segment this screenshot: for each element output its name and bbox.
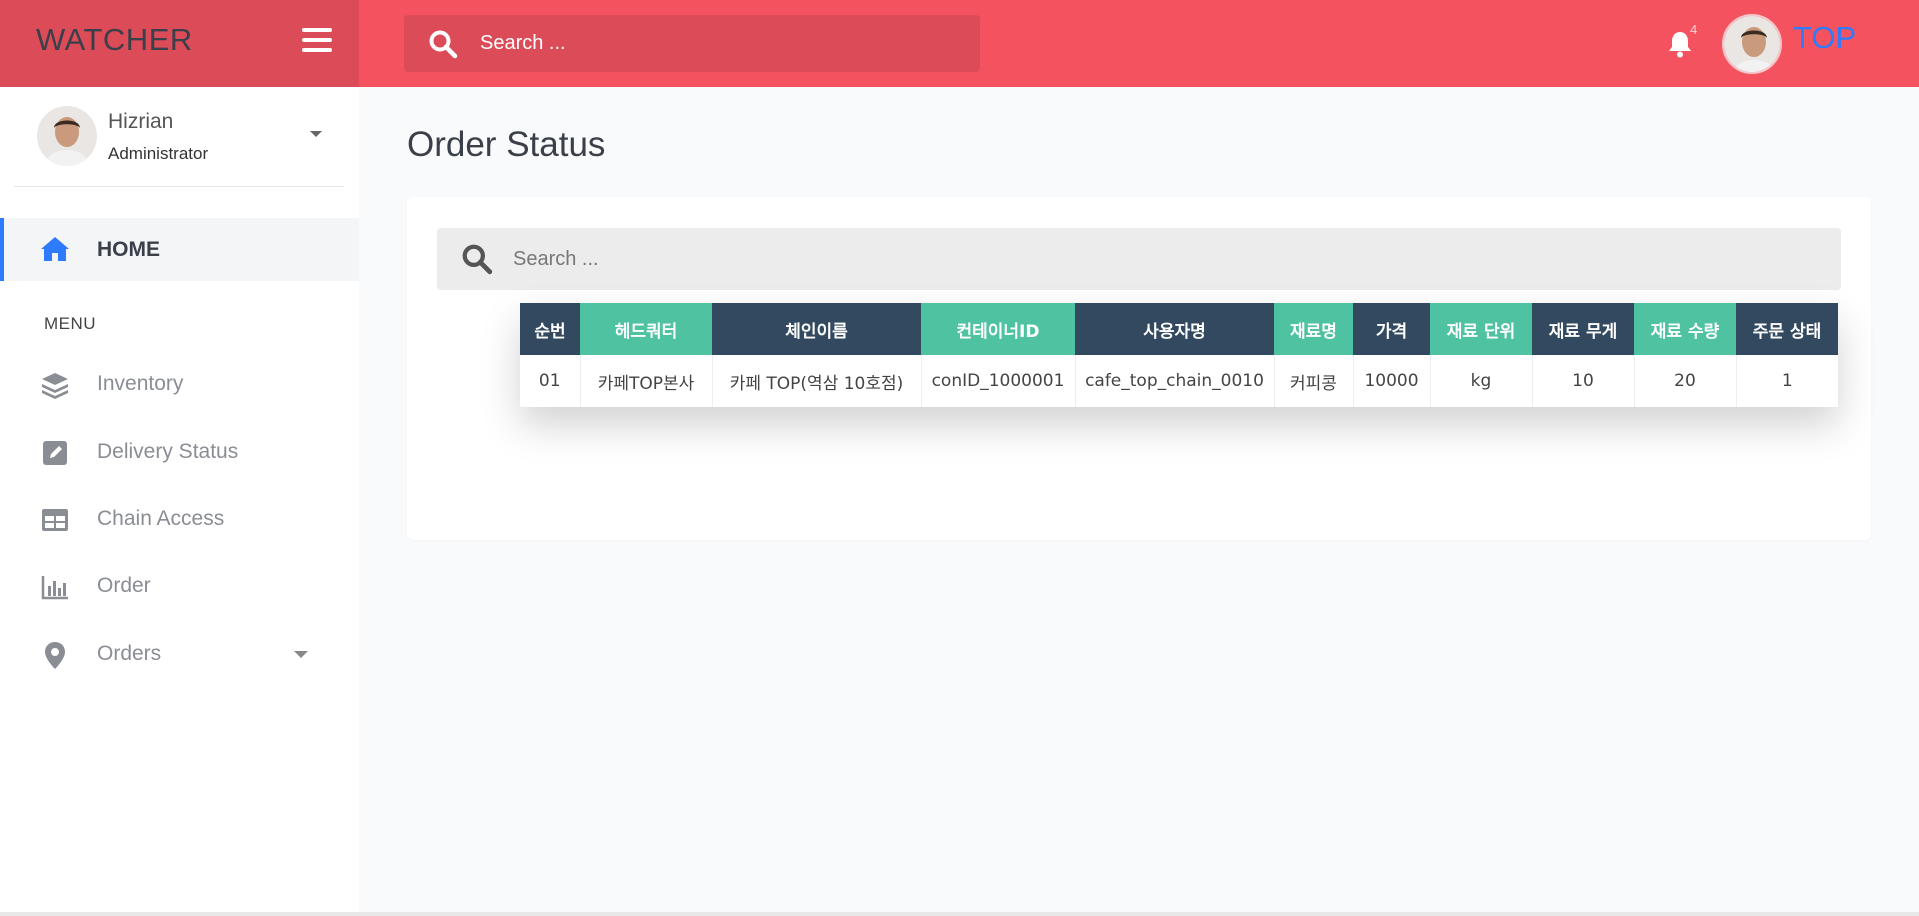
table-icon [40, 505, 70, 535]
table-cell: 10 [1532, 355, 1635, 407]
column-header[interactable]: 재료명 [1274, 303, 1353, 355]
sidebar-item-label: Delivery Status [97, 440, 239, 463]
sidebar-item-label: Order [97, 574, 151, 597]
bar-chart-icon [40, 572, 70, 602]
table-cell: 01 [520, 355, 581, 407]
table-search-input[interactable] [513, 228, 1813, 290]
column-header[interactable]: 헤드쿼터 [580, 303, 712, 355]
search-icon[interactable] [428, 29, 458, 64]
column-header[interactable]: 가격 [1353, 303, 1430, 355]
table-cell: 커피콩 [1274, 355, 1354, 407]
column-header[interactable]: 컨테이너ID [921, 303, 1075, 355]
top-navbar: 4 TOP [359, 0, 1919, 87]
sidebar-item-label: Chain Access [97, 507, 225, 530]
table-cell: 카페 TOP(역삼 10호점) [712, 355, 922, 407]
window-bottom-edge [0, 912, 1919, 916]
table-header-row: 순번 헤드쿼터 체인이름 컨테이너ID 사용자명 재료명 가격 재료 단위 재료… [520, 303, 1838, 355]
column-header[interactable]: 순번 [520, 303, 580, 355]
table-row[interactable]: 01 카페TOP본사 카페 TOP(역삼 10호점) conID_1000001… [520, 355, 1838, 407]
table-cell: cafe_top_chain_0010 [1075, 355, 1275, 407]
table-cell: conID_1000001 [921, 355, 1076, 407]
menu-toggle-button[interactable] [302, 28, 332, 56]
search-icon[interactable] [461, 243, 493, 280]
user-avatar[interactable] [1722, 14, 1782, 74]
table-cell: 20 [1634, 355, 1737, 407]
profile-panel: Hizrian Administrator [14, 87, 344, 187]
page-title: Order Status [407, 125, 606, 164]
avatar[interactable] [37, 106, 97, 166]
column-header[interactable]: 재료 단위 [1430, 303, 1532, 355]
table-cell: kg [1430, 355, 1533, 407]
column-header[interactable]: 재료 수량 [1634, 303, 1736, 355]
brand-logo[interactable]: WATCHER [36, 22, 193, 58]
hamburger-icon [302, 28, 332, 32]
sidebar-item-label: HOME [97, 238, 160, 261]
table-cell: 10000 [1353, 355, 1431, 407]
sidebar-item-home[interactable]: HOME [0, 218, 359, 281]
top-search-box [404, 15, 980, 72]
column-header[interactable]: 체인이름 [712, 303, 921, 355]
top-search-input[interactable] [480, 15, 960, 72]
chevron-down-icon[interactable] [294, 651, 308, 658]
table-cell: 1 [1736, 355, 1838, 407]
sidebar-item-delivery-status[interactable]: Delivery Status [0, 424, 359, 480]
sidebar-item-label: Orders [97, 642, 162, 665]
sidebar-item-chain-access[interactable]: Chain Access [0, 491, 359, 547]
sidebar-item-orders[interactable]: Orders [0, 626, 359, 682]
sidebar: Hizrian Administrator HOME MENU Inventor… [0, 87, 359, 916]
notification-count: 4 [1690, 22, 1698, 37]
home-icon [40, 236, 70, 267]
profile-role: Administrator [108, 144, 209, 163]
menu-heading: MENU [44, 314, 97, 333]
table-cell: 카페TOP본사 [580, 355, 713, 407]
table-search-box [437, 228, 1841, 290]
user-name-link[interactable]: TOP [1793, 20, 1856, 56]
profile-name: Hizrian [108, 110, 174, 133]
column-header[interactable]: 주문 상태 [1736, 303, 1838, 355]
hamburger-line [302, 48, 332, 52]
column-header[interactable]: 사용자명 [1075, 303, 1274, 355]
sidebar-item-inventory[interactable]: Inventory [0, 356, 359, 412]
brand-area: WATCHER [0, 0, 359, 87]
edit-icon [40, 438, 70, 468]
sidebar-item-order[interactable]: Order [0, 558, 359, 614]
column-header[interactable]: 재료 무게 [1532, 303, 1634, 355]
chevron-down-icon[interactable] [310, 131, 322, 137]
sidebar-item-label: Inventory [97, 372, 184, 395]
order-table-wrapper: 순번 헤드쿼터 체인이름 컨테이너ID 사용자명 재료명 가격 재료 단위 재료… [520, 303, 1838, 407]
layers-icon [40, 370, 70, 400]
hamburger-line [302, 38, 332, 42]
map-pin-icon [40, 640, 70, 670]
order-table: 순번 헤드쿼터 체인이름 컨테이너ID 사용자명 재료명 가격 재료 단위 재료… [520, 303, 1838, 407]
